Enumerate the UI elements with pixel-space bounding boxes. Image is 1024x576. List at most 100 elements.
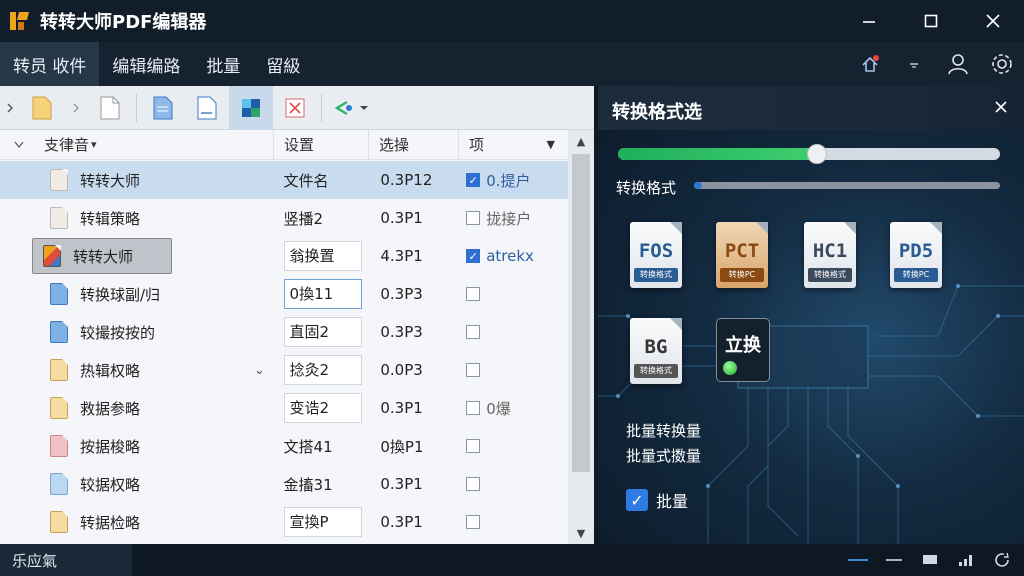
more-button[interactable] xyxy=(892,42,936,86)
open-folder-button[interactable] xyxy=(20,86,64,130)
refresh-button[interactable] xyxy=(992,550,1012,570)
image-button[interactable] xyxy=(229,85,273,130)
file-icon xyxy=(50,207,68,229)
column-header-option[interactable]: 项 ▼ xyxy=(459,130,569,160)
menu-item-batch[interactable]: 批量 xyxy=(193,42,253,86)
screen-button[interactable] xyxy=(920,550,940,570)
row-checkbox[interactable] xyxy=(466,477,481,491)
status-bar: 乐应氣 xyxy=(0,544,1024,576)
row-checkbox[interactable] xyxy=(466,515,481,529)
option-cell: ✓ atrekx xyxy=(458,247,568,265)
row-chevron-down-icon[interactable]: ⌄ xyxy=(254,363,265,378)
sort-toggle[interactable] xyxy=(0,130,34,160)
file-icon xyxy=(50,397,68,419)
table-row[interactable]: 转辑策略 竖播2 0.3P1 拢接户 xyxy=(0,199,568,237)
menu-item-edit[interactable]: 编辑编路 xyxy=(99,42,193,86)
format-slider-label: 转换格式 xyxy=(616,179,677,197)
setting-input[interactable]: 直固2 xyxy=(283,317,362,347)
table-row[interactable]: 较撮按按的 直固2 0.3P3 xyxy=(0,313,568,351)
setting-input[interactable]: 变诰2 xyxy=(283,393,362,423)
option-cell xyxy=(458,477,568,491)
format-tag: 转换PC xyxy=(894,268,938,282)
scroll-up-icon[interactable]: ▲ xyxy=(568,130,594,152)
column-header-name[interactable]: 支律音 ▾ xyxy=(34,129,274,160)
row-checkbox[interactable] xyxy=(466,211,481,225)
batch-checkbox-label: 批量 xyxy=(656,492,689,511)
setting-input[interactable]: 宣換P xyxy=(283,507,362,537)
table-row[interactable]: 较据权略 金搐31 0.3P1 xyxy=(0,465,568,503)
scroll-thumb[interactable] xyxy=(572,154,590,472)
vertical-scrollbar[interactable]: ▲ ▼ xyxy=(568,130,594,544)
row-checkbox[interactable]: ✓ xyxy=(466,173,481,187)
row-checkbox[interactable] xyxy=(466,439,481,453)
scroll-down-icon[interactable]: ▼ xyxy=(568,522,594,544)
table-row[interactable]: 转据检略 宣換P 0.3P1 xyxy=(0,503,568,541)
share-dropdown-button[interactable] xyxy=(326,86,376,130)
row-checkbox[interactable] xyxy=(466,287,481,301)
file-name-cell: 热辑权略 xyxy=(0,359,274,381)
export-button[interactable] xyxy=(185,86,229,130)
column-header-setting[interactable]: 设置 xyxy=(274,129,369,160)
batch-info-line-2: 批量式擞量 xyxy=(626,447,702,465)
setting-cell: 变诰2 xyxy=(274,393,369,423)
row-checkbox[interactable]: ✓ xyxy=(466,249,481,263)
table-row[interactable]: 转转大师 翁换置 4.3P1 ✓ atrekx xyxy=(0,237,568,275)
format-slider[interactable] xyxy=(694,182,1000,189)
table-row[interactable]: 救据参略 变诰2 0.3P1 0爆 xyxy=(0,389,568,427)
file-name-text: 热辑权略 xyxy=(80,361,141,380)
setting-cell: 宣換P xyxy=(274,507,369,537)
batch-checkbox[interactable]: ✓ 批量 xyxy=(626,488,688,512)
menu-item-other[interactable]: 留級 xyxy=(253,42,313,86)
table-row[interactable]: 热辑权略 ⌄ 捻灸2 0.0P3 xyxy=(0,351,568,389)
setting-cell: 竖播2 xyxy=(274,208,369,229)
maximize-button[interactable] xyxy=(900,0,962,42)
conversion-cell: 0.3P3 xyxy=(380,285,423,303)
update-button[interactable] xyxy=(848,42,892,86)
option-cell: ✓ 0.提户 xyxy=(458,170,568,191)
table-row[interactable]: 转换球副/归 0換11 0.3P3 xyxy=(0,275,568,313)
close-button[interactable] xyxy=(962,0,1024,42)
file-name-cell: 转换球副/归 xyxy=(0,283,274,305)
menu-item-convert[interactable]: 转员 收件 xyxy=(0,42,100,86)
image-file-icon xyxy=(242,98,260,117)
row-checkbox[interactable] xyxy=(466,401,481,415)
new-file-button[interactable] xyxy=(88,86,132,130)
format-tile-pct[interactable]: PCT 转换PC xyxy=(716,222,772,292)
option-cell xyxy=(458,325,568,339)
format-tag: 转换格式 xyxy=(808,268,852,282)
expand-button[interactable] xyxy=(0,86,20,130)
minimize-button[interactable] xyxy=(838,0,900,42)
file-name-text: 较据权略 xyxy=(80,475,141,494)
settings-button[interactable] xyxy=(980,42,1024,86)
format-tile-bg[interactable]: BG 转换格式 xyxy=(630,318,686,388)
status-text: 乐应氣 xyxy=(0,544,132,576)
file-name-highlight[interactable]: 转转大师 xyxy=(32,238,172,274)
format-tile-pd5[interactable]: PD5 转换PC xyxy=(890,222,946,292)
doc-button[interactable] xyxy=(141,86,185,130)
file-name-text: 较撮按按的 xyxy=(80,323,156,342)
row-checkbox[interactable] xyxy=(466,363,481,377)
format-tile-fos[interactable]: FOS 转换格式 xyxy=(630,222,686,292)
format-code: FOS xyxy=(638,240,674,262)
minus-button[interactable] xyxy=(884,550,904,570)
format-tile-hc1[interactable]: HC1 转换格式 xyxy=(804,222,860,292)
format-tag: 转换格式 xyxy=(634,268,678,282)
table-row[interactable]: 转转大师 文件名 0.3P12 ✓ 0.提户 xyxy=(0,161,568,199)
convert-action-tile[interactable]: 立换 xyxy=(716,318,770,382)
user-button[interactable] xyxy=(936,42,980,86)
quality-slider-knob[interactable] xyxy=(806,144,827,164)
setting-input[interactable]: 0換11 xyxy=(283,279,362,309)
column-header-conversion[interactable]: 选操 xyxy=(369,129,459,160)
conversion-cell: 0.3P1 xyxy=(380,399,423,417)
setting-input[interactable]: 捻灸2 xyxy=(283,355,362,385)
panel-close-button[interactable] xyxy=(994,98,1008,119)
setting-input[interactable]: 翁换置 xyxy=(283,241,362,271)
file-name-cell: 救据参略 xyxy=(0,397,274,419)
table-row[interactable]: 按据梭略 文搭41 0換P1 xyxy=(0,427,568,465)
option-text: atrekx xyxy=(486,247,534,265)
conversion-cell: 4.3P1 xyxy=(380,247,423,265)
row-checkbox[interactable] xyxy=(466,325,481,339)
quality-slider[interactable] xyxy=(618,144,1000,164)
chevron-right-icon xyxy=(7,103,13,112)
delete-button[interactable] xyxy=(273,86,317,130)
